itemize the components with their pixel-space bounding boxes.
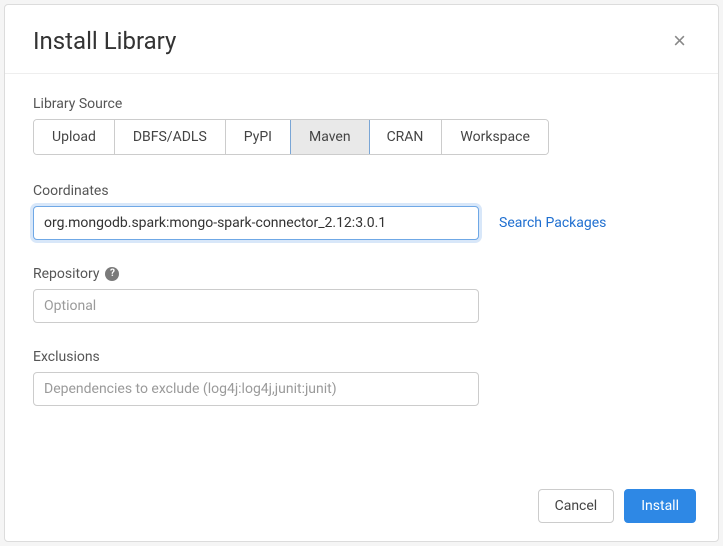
tab-workspace[interactable]: Workspace	[442, 120, 548, 154]
tab-maven[interactable]: Maven	[290, 119, 370, 155]
library-source-tabs: Upload DBFS/ADLS PyPI Maven CRAN Workspa…	[33, 119, 549, 155]
exclusions-block: Exclusions	[33, 349, 690, 406]
repository-input[interactable]	[33, 289, 479, 323]
library-source-label: Library Source	[33, 96, 690, 112]
close-icon: ×	[673, 28, 686, 53]
tab-cran[interactable]: CRAN	[369, 120, 443, 154]
search-packages-link[interactable]: Search Packages	[499, 215, 606, 231]
modal-body: Library Source Upload DBFS/ADLS PyPI Mav…	[5, 74, 718, 475]
coordinates-row: Search Packages	[33, 206, 690, 240]
modal-footer: Cancel Install	[5, 475, 718, 541]
tab-pypi[interactable]: PyPI	[226, 120, 291, 154]
repository-label-text: Repository	[33, 266, 99, 282]
cancel-button[interactable]: Cancel	[538, 489, 615, 523]
repository-label: Repository ?	[33, 266, 690, 282]
exclusions-label: Exclusions	[33, 349, 690, 365]
tab-dbfs-adls[interactable]: DBFS/ADLS	[115, 120, 226, 154]
modal-header: Install Library ×	[5, 5, 718, 74]
tab-upload[interactable]: Upload	[34, 120, 115, 154]
install-library-modal: Install Library × Library Source Upload …	[4, 4, 719, 542]
close-button[interactable]: ×	[669, 30, 690, 52]
repository-block: Repository ?	[33, 266, 690, 323]
modal-title: Install Library	[33, 27, 176, 55]
coordinates-input[interactable]	[33, 206, 479, 240]
help-icon[interactable]: ?	[105, 267, 119, 281]
coordinates-label: Coordinates	[33, 183, 690, 199]
exclusions-input[interactable]	[33, 372, 479, 406]
install-button[interactable]: Install	[624, 489, 696, 523]
